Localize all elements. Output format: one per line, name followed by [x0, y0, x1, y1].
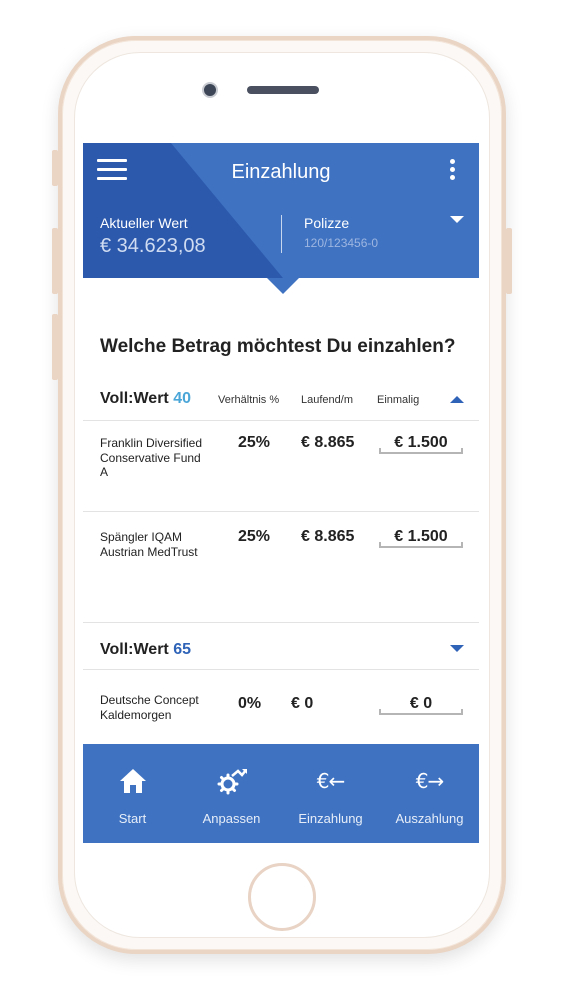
euro-in-icon: €← — [281, 766, 380, 796]
group-title-number: 40 — [173, 390, 191, 407]
nav-label: Einzahlung — [298, 811, 363, 826]
nav-auszahlung[interactable]: €→ Auszahlung — [380, 744, 479, 843]
group-title: Voll:Wert 40 — [100, 390, 191, 408]
group-title: Voll:Wert 65 — [100, 641, 191, 659]
header-pointer — [267, 278, 299, 294]
column-header-ratio: Verhältnis % — [218, 394, 280, 406]
phone-power-button — [506, 228, 512, 294]
fund-ratio: 25% — [238, 434, 271, 451]
expand-chevron-down-icon[interactable] — [450, 645, 464, 652]
einmalig-input[interactable]: € 0 — [379, 691, 463, 715]
current-value: € 34.623,08 — [100, 235, 206, 257]
policy-chevron-down-icon[interactable] — [450, 216, 464, 223]
collapse-chevron-up-icon[interactable] — [450, 396, 464, 403]
fund-laufend: € 8.865 — [301, 528, 355, 545]
euro-out-glyph: €→ — [415, 769, 445, 793]
policy-number[interactable]: 120/123456-0 — [304, 236, 378, 250]
front-camera — [202, 82, 218, 98]
more-vertical-icon[interactable] — [448, 159, 456, 181]
group-title-prefix: Voll:Wert — [100, 390, 169, 407]
divider — [83, 420, 479, 421]
euro-in-glyph: €← — [316, 769, 346, 793]
fund-ratio: 0% — [238, 695, 262, 712]
divider — [83, 622, 479, 623]
fund-ratio: 25% — [238, 528, 271, 545]
app-screen: Einzahlung Aktueller Wert € 34.623,08 Po… — [83, 143, 479, 843]
nav-einzahlung[interactable]: €← Einzahlung — [281, 744, 380, 843]
nav-anpassen[interactable]: Anpassen — [182, 744, 281, 843]
column-header-laufend: Laufend/m — [301, 394, 353, 406]
nav-start[interactable]: Start — [83, 744, 182, 843]
current-value-label: Aktueller Wert — [100, 215, 188, 231]
page-title: Einzahlung — [231, 161, 331, 183]
phone-volume-up — [52, 228, 58, 294]
bottom-navigation: Start Anpassen €← Einzahlung €→ Auszahlu… — [83, 744, 479, 843]
policy-label[interactable]: Polizze — [304, 215, 349, 231]
fund-name: Deutsche Concept Kaldemorgen — [100, 693, 199, 722]
group-title-number: 65 — [173, 641, 191, 658]
nav-label: Start — [118, 811, 147, 826]
column-header-einmalig: Einmalig — [377, 394, 420, 406]
group-header-40[interactable]: Voll:Wert 40 Verhältnis % Laufend/m Einm… — [83, 386, 479, 420]
divider — [83, 511, 479, 512]
nav-label: Auszahlung — [395, 811, 464, 826]
einmalig-input[interactable]: € 1.500 — [379, 430, 463, 454]
euro-out-icon: €→ — [380, 766, 479, 796]
fund-name: Spängler IQAM Austrian MedTrust — [100, 530, 198, 559]
settings-arrow-icon — [182, 766, 281, 796]
group-header-65[interactable]: Voll:Wert 65 — [83, 637, 479, 671]
fund-laufend: € 0 — [291, 695, 314, 712]
phone-side-button — [52, 150, 58, 186]
group-title-prefix: Voll:Wert — [100, 641, 169, 658]
home-icon — [83, 766, 182, 796]
deposit-question: Welche Betrag möchtest Du einzahlen? — [100, 336, 456, 357]
phone-volume-down — [52, 314, 58, 380]
header-divider — [281, 215, 282, 253]
home-button[interactable] — [248, 863, 316, 931]
einmalig-input[interactable]: € 1.500 — [379, 524, 463, 548]
fund-laufend: € 8.865 — [301, 434, 355, 451]
fund-name: Franklin Diversified Conservative Fund A — [100, 436, 203, 479]
earpiece-speaker — [247, 86, 319, 94]
divider — [83, 669, 479, 670]
nav-label: Anpassen — [202, 811, 261, 826]
app-header: Einzahlung Aktueller Wert € 34.623,08 Po… — [83, 143, 479, 278]
